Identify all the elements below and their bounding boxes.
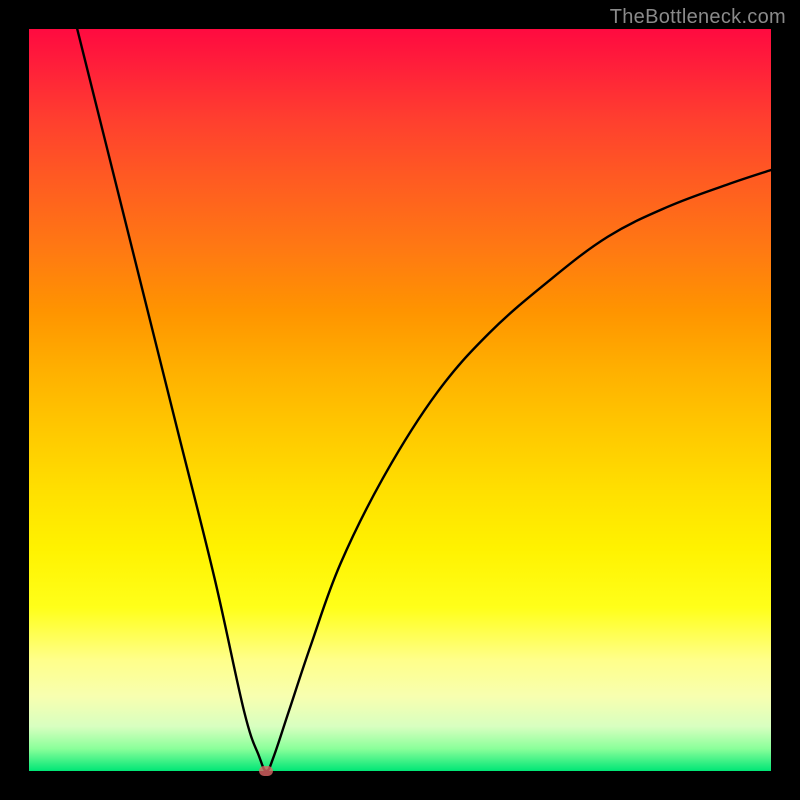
bottleneck-curve bbox=[29, 29, 771, 771]
optimum-marker bbox=[259, 766, 273, 776]
chart-frame: TheBottleneck.com bbox=[0, 0, 800, 800]
chart-plot-area bbox=[29, 29, 771, 771]
watermark-text: TheBottleneck.com bbox=[610, 6, 786, 29]
